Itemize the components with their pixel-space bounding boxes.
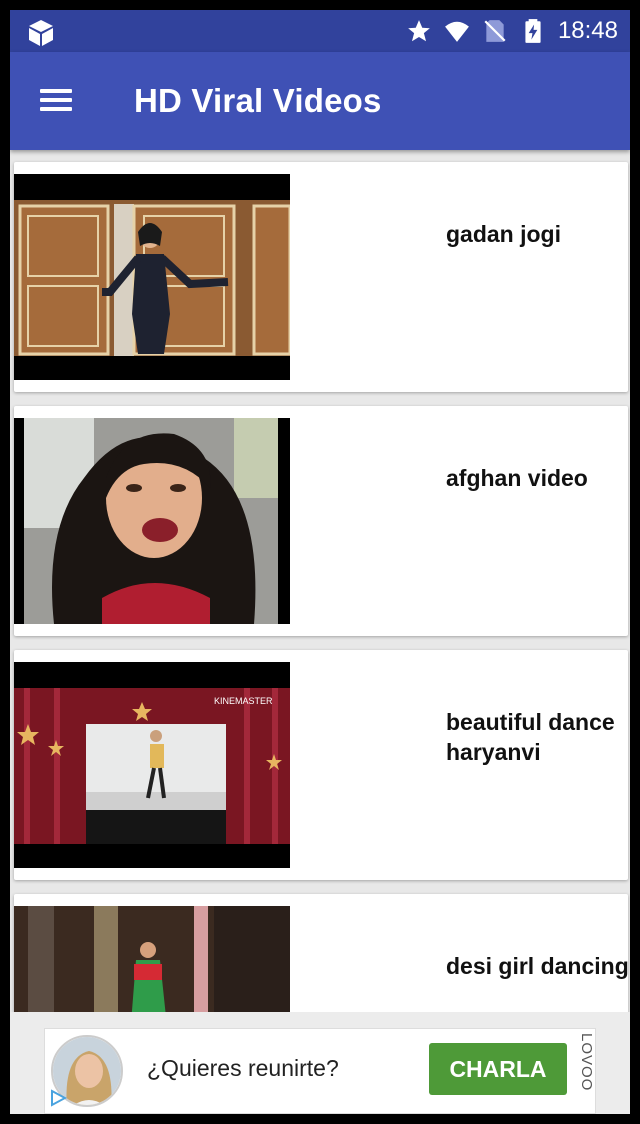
page-title: HD Viral Videos — [134, 82, 382, 119]
app-screen: 18:48 HD Viral Videos gadan jogi afghan … — [10, 10, 630, 1114]
video-card[interactable]: afghan video — [14, 406, 628, 636]
video-thumbnail — [14, 906, 290, 1012]
video-title: afghan video — [446, 465, 588, 491]
video-thumbnail — [14, 174, 290, 380]
kinemaster-watermark: KINEMASTER — [214, 696, 273, 706]
ad-choices-icon[interactable] — [49, 1089, 67, 1107]
wifi-icon — [445, 21, 469, 42]
ad-content[interactable]: ¿Quieres reunirte? CHARLA LOVOO — [44, 1028, 596, 1114]
star-icon — [408, 20, 430, 42]
video-card[interactable]: desi girl dancing — [14, 894, 629, 1012]
no-sim-icon — [484, 20, 506, 42]
video-thumbnail — [14, 418, 290, 624]
video-title: beautiful dance haryanvi — [446, 709, 615, 765]
video-card[interactable]: gadan jogi — [14, 162, 628, 392]
video-list[interactable]: gadan jogi afghan video KINEMASTER beaut… — [10, 150, 630, 1012]
video-title: desi girl dancing — [446, 953, 629, 979]
ad-banner: ¿Quieres reunirte? CHARLA LOVOO — [10, 1012, 630, 1114]
app-bar: HD Viral Videos — [10, 52, 630, 150]
app-box-icon — [29, 20, 53, 46]
ad-brand-label: LOVOO — [578, 1033, 595, 1092]
video-thumbnail: KINEMASTER — [14, 662, 290, 868]
ad-text: ¿Quieres reunirte? — [147, 1055, 339, 1081]
video-title: gadan jogi — [446, 221, 561, 247]
hamburger-menu-icon[interactable] — [34, 82, 82, 122]
status-bar: 18:48 — [10, 10, 630, 52]
battery-charging-icon — [525, 19, 541, 43]
ad-cta-button[interactable]: CHARLA — [429, 1043, 567, 1095]
status-time: 18:48 — [557, 17, 618, 44]
video-card[interactable]: KINEMASTER beautiful dance haryanvi — [14, 650, 628, 880]
